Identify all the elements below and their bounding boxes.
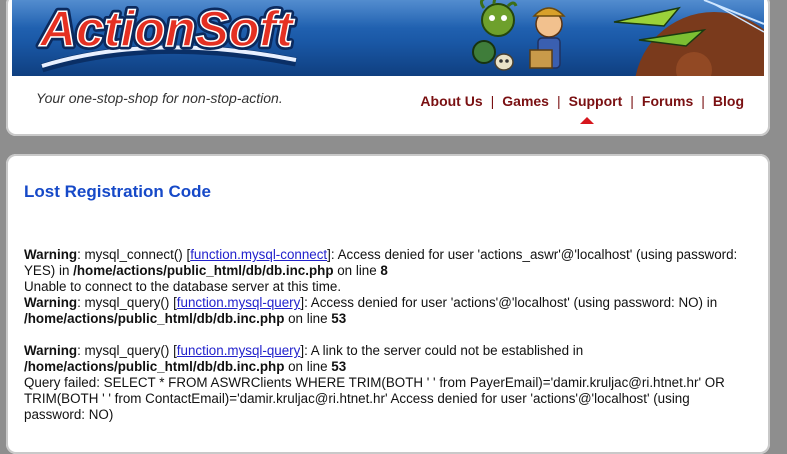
nav-support[interactable]: Support — [569, 93, 623, 109]
nav-separator: | — [630, 93, 634, 109]
file-path: /home/actions/public_html/db/db.inc.php — [24, 359, 285, 374]
warning-mysql-connect: Warning: mysql_connect() [function.mysql… — [24, 247, 738, 278]
nav-separator: | — [556, 93, 561, 109]
nav-separator: | — [490, 93, 495, 109]
doc-link-mysql-query[interactable]: function.mysql-query — [177, 295, 301, 310]
line-number: 8 — [380, 263, 388, 278]
nav-forums[interactable]: Forums — [642, 93, 693, 109]
warning-label: Warning — [24, 343, 78, 358]
skull-icon — [494, 53, 514, 71]
medusa-character-icon — [481, 3, 515, 37]
warning-label: Warning — [24, 247, 78, 262]
nav-blog[interactable]: Blog — [713, 93, 744, 109]
doc-link-mysql-connect[interactable]: function.mysql-connect — [190, 247, 327, 262]
active-nav-indicator-icon — [580, 117, 594, 124]
line-number: 53 — [331, 359, 347, 374]
nav-about-us[interactable]: About Us — [420, 93, 482, 109]
spaceship-icon — [613, 6, 681, 27]
site-tagline: Your one-stop-shop for non-stop-action. — [36, 90, 283, 106]
page-title: Lost Registration Code — [24, 182, 212, 201]
header-banner: ActionSoft ActionSoft — [12, 0, 764, 76]
query-failed-text: Query failed: SELECT * FROM ASWRClients … — [24, 375, 725, 422]
error-messages: Warning: mysql_connect() [function.mysql… — [24, 247, 754, 423]
file-path: /home/actions/public_html/db/db.inc.php — [73, 263, 334, 278]
warning-mysql-query-access: Warning: mysql_query() [function.mysql-q… — [24, 295, 718, 326]
line-number: 53 — [331, 311, 347, 326]
nav-games[interactable]: Games — [502, 93, 549, 109]
file-path: /home/actions/public_html/db/db.inc.php — [24, 311, 285, 326]
nav-separator: | — [701, 93, 705, 109]
connection-error-text: Unable to connect to the database server… — [24, 279, 342, 294]
game-characters-artwork — [472, 0, 764, 76]
doc-link-mysql-query[interactable]: function.mysql-query — [177, 343, 301, 358]
goblin-character-icon — [472, 40, 496, 64]
warning-mysql-query-link: Warning: mysql_query() [function.mysql-q… — [24, 343, 584, 374]
actionsoft-logo[interactable]: ActionSoft ActionSoft — [34, 0, 304, 76]
main-nav: About Us | Games | Support | Forums | Bl… — [400, 93, 744, 109]
warning-label: Warning — [24, 295, 78, 310]
logo-text-fill: ActionSoft — [38, 1, 295, 57]
